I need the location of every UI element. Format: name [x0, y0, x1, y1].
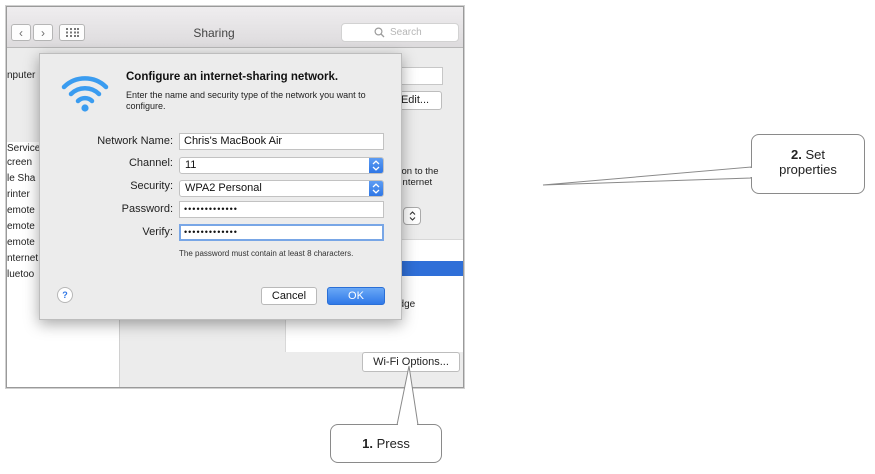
- callout-set-properties: 2. Set properties: [751, 134, 865, 194]
- step-number: 1.: [362, 436, 373, 451]
- callout-line-2: properties: [779, 162, 837, 177]
- callout-pointers: [396, 166, 752, 426]
- step-text: Set: [801, 147, 825, 162]
- callout-line-1: 2. Set: [752, 147, 864, 162]
- callout-press: 1. Press: [330, 424, 442, 463]
- step-text: Press: [373, 436, 410, 451]
- step-number: 2.: [791, 147, 802, 162]
